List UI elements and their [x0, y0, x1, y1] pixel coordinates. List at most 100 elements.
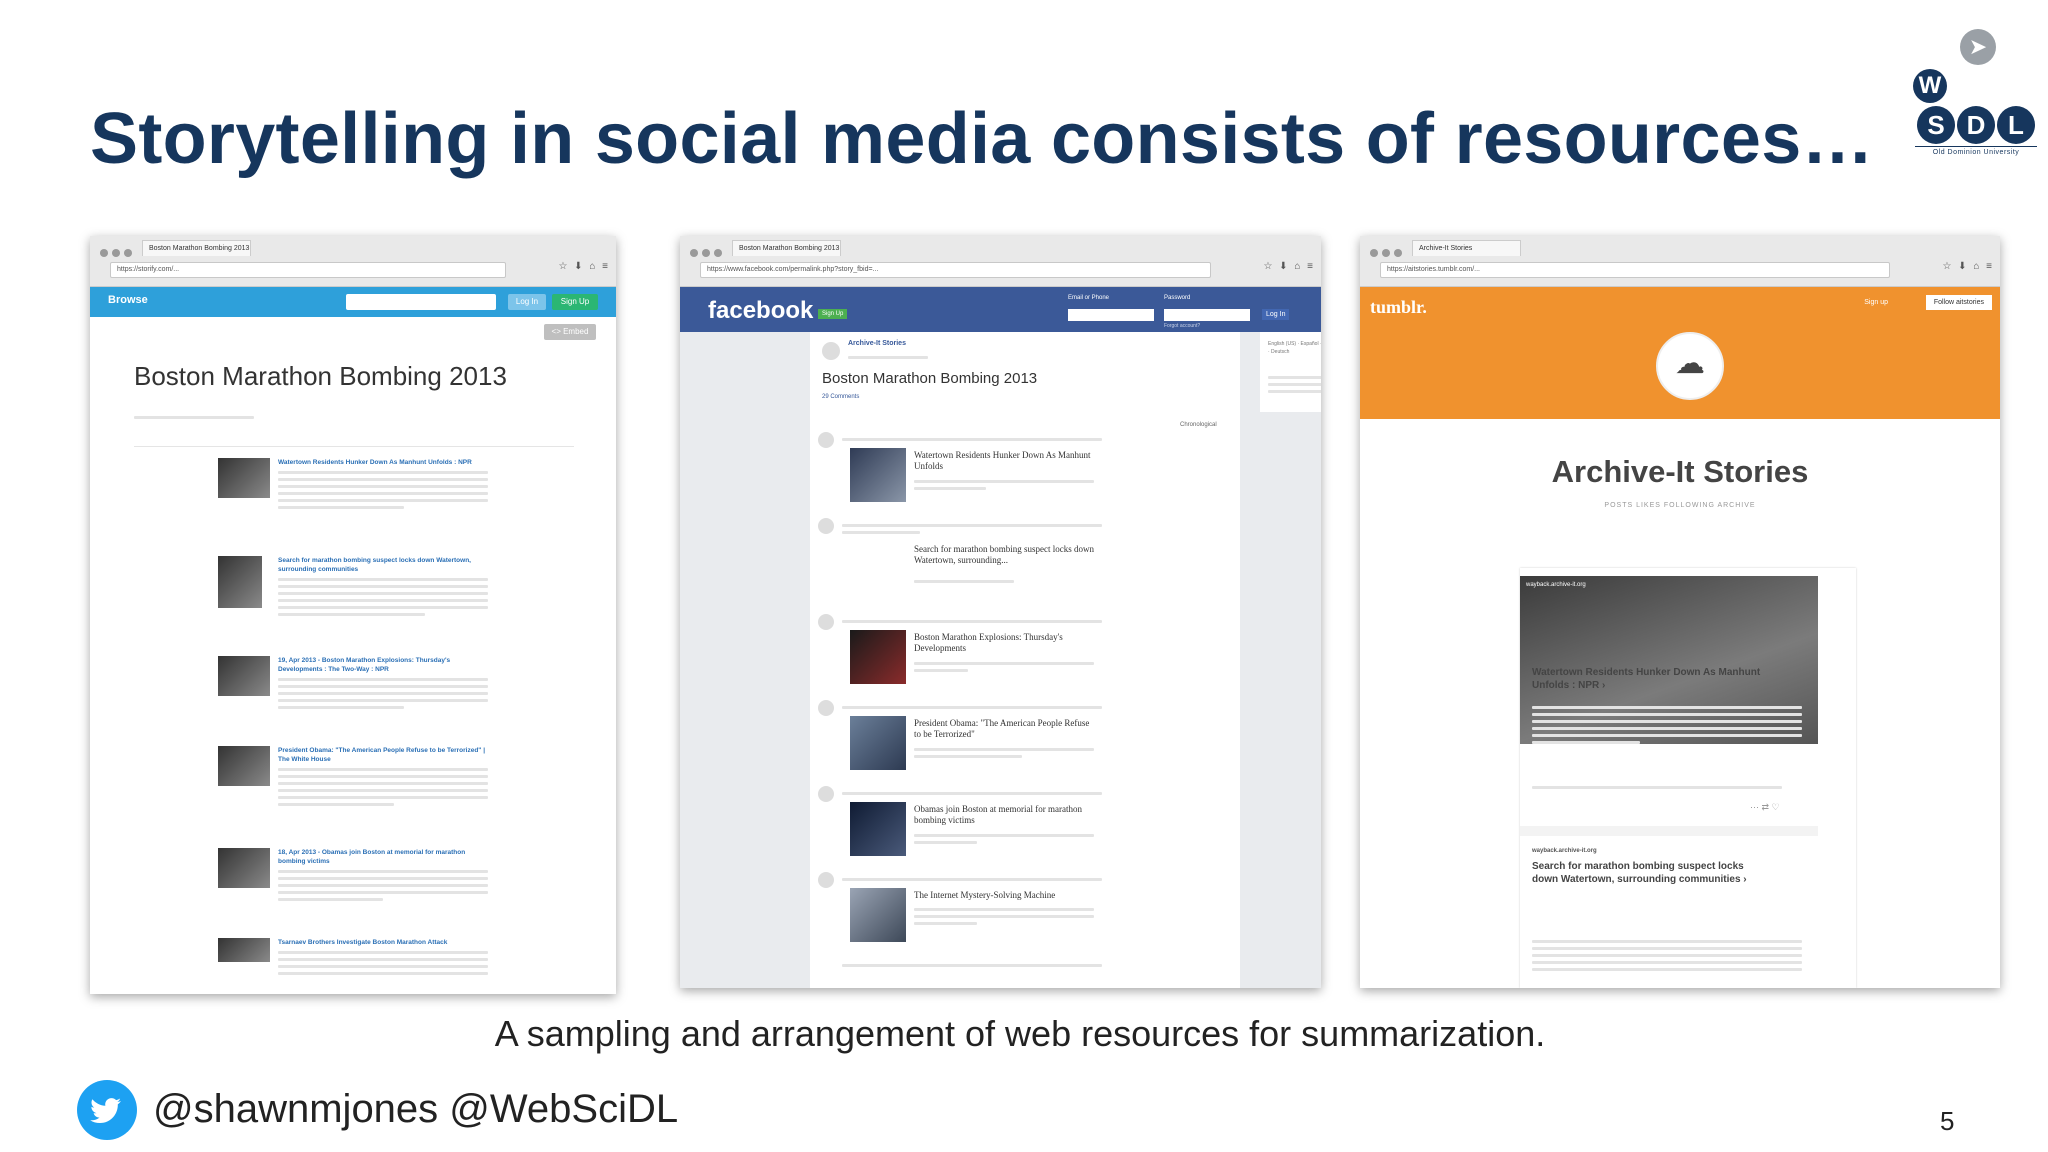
signup-button[interactable]: Sign Up	[552, 294, 598, 310]
link-thumbnail	[850, 888, 906, 942]
story-title: Boston Marathon Bombing 2013	[134, 361, 507, 391]
avatar	[818, 872, 834, 888]
facebook-navbar: facebook Sign Up Email or Phone Password…	[680, 287, 1321, 333]
address-bar[interactable]: https://storify.com/...	[110, 262, 506, 278]
post-source: wayback.archive-it.org	[1532, 848, 1597, 854]
password-field[interactable]	[1164, 309, 1250, 321]
window-controls	[100, 244, 136, 262]
twitter-handles: @shawnmjones @WebSciDL	[153, 1087, 679, 1131]
tumblr-logo[interactable]: tumblr.	[1370, 297, 1427, 318]
address-bar[interactable]: https://aitstories.tumblr.com/...	[1380, 262, 1890, 278]
link-thumbnail	[850, 448, 906, 502]
avatar	[818, 700, 834, 716]
facebook-sidebar: English (US) · Español · Português (Bras…	[1260, 332, 1321, 412]
signup-button[interactable]: Sign Up	[818, 309, 848, 319]
language-links[interactable]: English (US) · Español · Português (Bras…	[1268, 340, 1321, 356]
login-button[interactable]: Log In	[508, 294, 546, 310]
post-title[interactable]: Watertown Residents Hunker Down As Manhu…	[1532, 666, 1772, 692]
browser-chrome: Archive-It Stories https://aitstories.tu…	[1360, 236, 2000, 287]
browser-chrome: Boston Marathon Bombing 2013 https://www…	[680, 236, 1321, 287]
story-thumbnail	[218, 656, 270, 696]
post-date	[848, 352, 928, 363]
post-actions[interactable]: ⋯ ⇄ ♡	[1750, 802, 1780, 813]
login-button[interactable]: Log In	[1262, 309, 1290, 320]
link-title[interactable]: The Internet Mystery-Solving Machine	[914, 890, 1094, 901]
link-title[interactable]: Obamas join Boston at memorial for marat…	[914, 804, 1094, 826]
arrow-icon: ➤	[1960, 29, 1996, 65]
cloud-icon: ☁	[1656, 332, 1724, 400]
email-label: Email or Phone	[1068, 295, 1110, 301]
tumblr-screenshot: Archive-It Stories https://aitstories.tu…	[1360, 236, 2000, 988]
comment-sort-dropdown[interactable]: Chronological	[1180, 422, 1217, 428]
signup-link[interactable]: Sign up	[1864, 299, 1888, 306]
post-excerpt	[1532, 702, 1802, 748]
caption-text: A sampling and arrangement of web resour…	[494, 1013, 1546, 1054]
logo-university: Old Dominion University	[1915, 146, 2037, 156]
link-title[interactable]: Watertown Residents Hunker Down As Manhu…	[914, 450, 1094, 472]
browser-tab[interactable]: Archive-It Stories	[1412, 240, 1521, 256]
logo-letter-w: W	[1913, 69, 1947, 103]
window-controls	[1370, 244, 1406, 262]
story-item-headline[interactable]: 19, Apr 2013 - Boston Marathon Explosion…	[278, 656, 488, 674]
embed-button[interactable]: <> Embed	[544, 324, 596, 340]
story-thumbnail	[218, 556, 262, 608]
story-item-headline[interactable]: Watertown Residents Hunker Down As Manhu…	[278, 458, 488, 467]
wsdl-logo: ➤ W S D L Old Dominion University	[1905, 24, 2037, 164]
blog-nav[interactable]: POSTS LIKES FOLLOWING ARCHIVE	[1360, 502, 2000, 509]
page-name-link[interactable]: Archive-It Stories	[848, 340, 906, 347]
post-link	[1532, 782, 1782, 793]
post-title: Boston Marathon Bombing 2013	[822, 370, 1038, 387]
window-controls	[690, 244, 726, 262]
facebook-body: Archive-It Stories Boston Marathon Bombi…	[680, 332, 1321, 988]
browser-chrome: Boston Marathon Bombing 2013 https://sto…	[90, 236, 616, 287]
twitter-icon	[77, 1080, 137, 1140]
avatar	[818, 614, 834, 630]
search-input[interactable]	[346, 294, 496, 310]
page-number: 5	[1940, 1106, 1955, 1136]
story-item-headline[interactable]: 18, Apr 2013 - Obamas join Boston at mem…	[278, 848, 488, 866]
browser-tab[interactable]: Boston Marathon Bombing 2013	[142, 240, 251, 256]
link-title[interactable]: President Obama: "The American People Re…	[914, 718, 1094, 740]
toolbar-icons[interactable]: ☆ ⬇ ⌂ ≡	[1263, 261, 1315, 272]
forgot-account-link[interactable]: Forgot account?	[1164, 323, 1200, 329]
link-title[interactable]: Boston Marathon Explosions: Thursday's D…	[914, 632, 1094, 654]
comments-count[interactable]: 29 Comments	[822, 394, 859, 400]
slide-title: Storytelling in social media consists of…	[90, 99, 1874, 179]
facebook-logo[interactable]: facebook	[708, 297, 813, 325]
story-thumbnail	[218, 848, 270, 888]
story-thumbnail	[218, 938, 270, 962]
logo-letter-l: L	[1997, 106, 2035, 144]
facebook-screenshot: Boston Marathon Bombing 2013 https://www…	[680, 236, 1321, 988]
address-bar[interactable]: https://www.facebook.com/permalink.php?s…	[700, 262, 1211, 278]
post-excerpt	[1532, 936, 1802, 975]
page-avatar-icon	[822, 342, 840, 360]
storify-navbar: Browse Log In Sign Up	[90, 287, 616, 317]
follow-button[interactable]: Follow aitstories	[1925, 295, 1992, 310]
email-field[interactable]	[1068, 309, 1154, 321]
story-item-headline[interactable]: Search for marathon bombing suspect lock…	[278, 556, 488, 574]
password-label: Password	[1164, 295, 1191, 301]
toolbar-icons[interactable]: ☆ ⬇ ⌂ ≡	[558, 261, 610, 272]
logo-letter-s: S	[1917, 106, 1955, 144]
story-item-headline[interactable]: President Obama: "The American People Re…	[278, 746, 488, 764]
story-thumbnail	[218, 746, 270, 786]
story-thumbnail	[218, 458, 270, 498]
link-thumbnail	[850, 802, 906, 856]
divider	[134, 446, 574, 447]
story-meta	[134, 412, 254, 423]
link-title[interactable]: Search for marathon bombing suspect lock…	[914, 544, 1094, 566]
photo-source: wayback.archive-it.org	[1526, 582, 1586, 588]
slide-caption: A sampling and arrangement of web resour…	[0, 1013, 2048, 1055]
link-thumbnail	[850, 630, 906, 684]
storify-screenshot: Boston Marathon Bombing 2013 https://sto…	[90, 236, 616, 994]
post-title[interactable]: Search for marathon bombing suspect lock…	[1532, 860, 1772, 886]
avatar	[818, 518, 834, 534]
toolbar-icons[interactable]: ☆ ⬇ ⌂ ≡	[1942, 261, 1994, 272]
logo-letter-d: D	[1957, 106, 1995, 144]
avatar	[818, 432, 834, 448]
story-item-headline[interactable]: Tsarnaev Brothers Investigate Boston Mar…	[278, 938, 488, 947]
storify-browse-link[interactable]: Browse	[108, 294, 148, 306]
avatar	[818, 786, 834, 802]
browser-tab[interactable]: Boston Marathon Bombing 2013	[732, 240, 841, 256]
link-thumbnail	[850, 716, 906, 770]
